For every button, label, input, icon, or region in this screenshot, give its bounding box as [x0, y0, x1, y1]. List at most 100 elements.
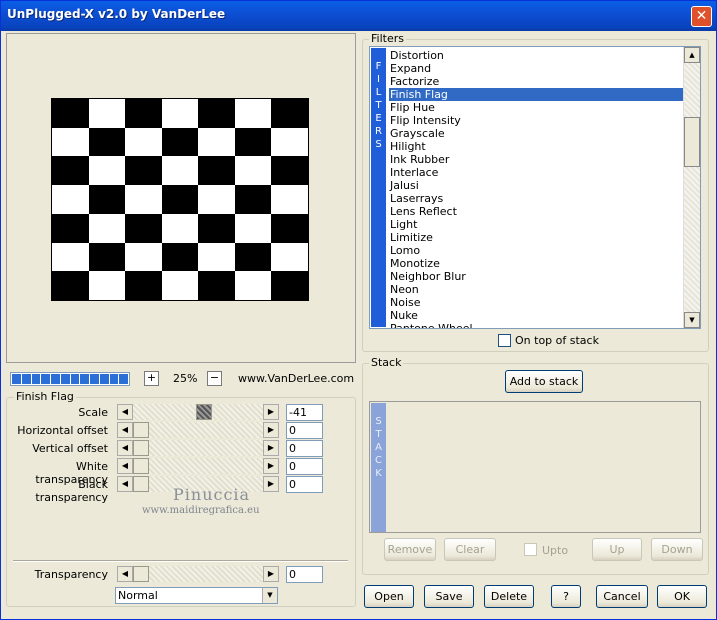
slider-thumb[interactable] — [133, 566, 149, 582]
down-button[interactable]: Down — [651, 538, 703, 561]
delete-button[interactable]: Delete — [484, 585, 534, 608]
filters-list[interactable]: FILTERS Distortion Expand Factorize Finish … — [369, 46, 701, 329]
filter-list-item[interactable]: Flip Intensity — [389, 114, 685, 127]
slider-track[interactable] — [133, 422, 263, 438]
slider-track[interactable] — [133, 458, 263, 474]
filter-list-item[interactable]: Distortion — [389, 49, 685, 62]
filter-list-item[interactable]: Pantone Wheel — [389, 322, 685, 328]
slider-right-arrow-icon[interactable]: ▶ — [263, 476, 279, 492]
scale-slider[interactable]: ◀ ▶ — [117, 404, 279, 420]
slider-right-arrow-icon[interactable]: ▶ — [263, 422, 279, 438]
slider-left-arrow-icon[interactable]: ◀ — [117, 440, 133, 456]
checker-cell — [125, 213, 162, 243]
website-link[interactable]: www.VanDerLee.com — [238, 372, 354, 385]
filter-list-item[interactable]: Hilight — [389, 140, 685, 153]
filter-list-item[interactable]: Laserrays — [389, 192, 685, 205]
checker-cell — [271, 156, 308, 186]
vertical-offset-label: Vertical offset — [32, 442, 108, 455]
filter-list-item[interactable]: Lomo — [389, 244, 685, 257]
black-transparency-value[interactable]: 0 — [286, 476, 323, 493]
vertical-letter: I — [377, 74, 380, 85]
vertical-letter: A — [375, 442, 382, 453]
filter-list-item[interactable]: Grayscale — [389, 127, 685, 140]
horizontal-offset-value[interactable]: 0 — [286, 422, 323, 439]
vertical-letter: T — [375, 429, 382, 440]
checker-cell — [198, 271, 235, 300]
horizontal-offset-label: Horizontal offset — [17, 424, 108, 437]
filter-list-item[interactable]: Flip Hue — [389, 101, 685, 114]
filter-list-item[interactable]: Nuke — [389, 309, 685, 322]
slider-right-arrow-icon[interactable]: ▶ — [263, 404, 279, 420]
vertical-letter: T — [375, 100, 382, 111]
progress-bar — [10, 372, 130, 386]
slider-thumb[interactable] — [133, 458, 149, 474]
help-button[interactable]: ? — [551, 585, 581, 608]
slider-track[interactable] — [133, 566, 263, 582]
upto-checkbox[interactable] — [524, 543, 537, 556]
slider-thumb[interactable] — [133, 422, 149, 438]
filter-list-item[interactable]: Neighbor Blur — [389, 270, 685, 283]
checker-cell — [198, 242, 235, 272]
stack-list[interactable]: STACK — [369, 401, 701, 533]
scale-value[interactable]: -41 — [286, 404, 323, 421]
filter-list-item[interactable]: Light — [389, 218, 685, 231]
filter-list-item[interactable]: Limitize — [389, 231, 685, 244]
slider-right-arrow-icon[interactable]: ▶ — [263, 440, 279, 456]
transparency-label: Transparency — [34, 568, 108, 581]
slider-left-arrow-icon[interactable]: ◀ — [117, 476, 133, 492]
clear-button[interactable]: Clear — [444, 538, 496, 561]
filters-group-label: Filters — [369, 32, 406, 45]
close-button[interactable]: ✕ — [691, 6, 712, 27]
filters-scrollbar[interactable]: ▲ ▼ — [683, 47, 700, 328]
slider-track[interactable] — [133, 440, 263, 456]
vertical-offset-slider[interactable]: ◀ ▶ — [117, 440, 279, 456]
white-transparency-value[interactable]: 0 — [286, 458, 323, 475]
transparency-slider[interactable]: ◀ ▶ — [117, 566, 279, 582]
blend-mode-select[interactable]: Normal ▼ — [115, 587, 278, 604]
horizontal-offset-slider[interactable]: ◀ ▶ — [117, 422, 279, 438]
scroll-down-icon[interactable]: ▼ — [684, 312, 700, 328]
checker-cell — [52, 156, 89, 186]
zoom-level: 25% — [173, 372, 198, 385]
slider-left-arrow-icon[interactable]: ◀ — [117, 458, 133, 474]
vertical-offset-value[interactable]: 0 — [286, 440, 323, 457]
slider-right-arrow-icon[interactable]: ▶ — [263, 566, 279, 582]
remove-button[interactable]: Remove — [384, 538, 436, 561]
slider-thumb[interactable] — [196, 404, 213, 420]
save-button[interactable]: Save — [424, 585, 474, 608]
vertical-letter: R — [375, 126, 382, 137]
slider-left-arrow-icon[interactable]: ◀ — [117, 566, 133, 582]
filter-list-item[interactable]: Neon — [389, 283, 685, 296]
slider-thumb[interactable] — [133, 476, 149, 492]
add-to-stack-button[interactable]: Add to stack — [505, 370, 583, 393]
slider-left-arrow-icon[interactable]: ◀ — [117, 404, 133, 420]
filter-list-item[interactable]: Finish Flag — [389, 88, 685, 101]
zoom-out-button[interactable]: − — [207, 371, 222, 386]
on-top-checkbox[interactable] — [498, 334, 511, 347]
slider-thumb[interactable] — [133, 440, 149, 456]
filter-list-item[interactable]: Interlace — [389, 166, 685, 179]
checker-cell — [88, 99, 126, 128]
checker-cell — [198, 185, 235, 214]
up-button[interactable]: Up — [592, 538, 642, 561]
checker-cell — [125, 99, 162, 128]
transparency-value[interactable]: 0 — [286, 566, 323, 583]
cancel-button[interactable]: Cancel — [596, 585, 648, 608]
filter-list-item[interactable]: Expand — [389, 62, 685, 75]
scroll-up-icon[interactable]: ▲ — [684, 47, 700, 63]
slider-left-arrow-icon[interactable]: ◀ — [117, 422, 133, 438]
filter-list-item[interactable]: Factorize — [389, 75, 685, 88]
filter-list-item[interactable]: Jalusi — [389, 179, 685, 192]
filter-list-item[interactable]: Noise — [389, 296, 685, 309]
scroll-thumb[interactable] — [684, 117, 700, 167]
filter-list-item[interactable]: Monotize — [389, 257, 685, 270]
ok-button[interactable]: OK — [657, 585, 707, 608]
open-button[interactable]: Open — [364, 585, 414, 608]
filter-list-item[interactable]: Lens Reflect — [389, 205, 685, 218]
chevron-down-icon[interactable]: ▼ — [262, 588, 277, 603]
slider-right-arrow-icon[interactable]: ▶ — [263, 458, 279, 474]
zoom-in-button[interactable]: + — [144, 371, 159, 386]
white-transparency-slider[interactable]: ◀ ▶ — [117, 458, 279, 474]
upto-label: Upto — [542, 544, 569, 557]
filter-list-item[interactable]: Ink Rubber — [389, 153, 685, 166]
